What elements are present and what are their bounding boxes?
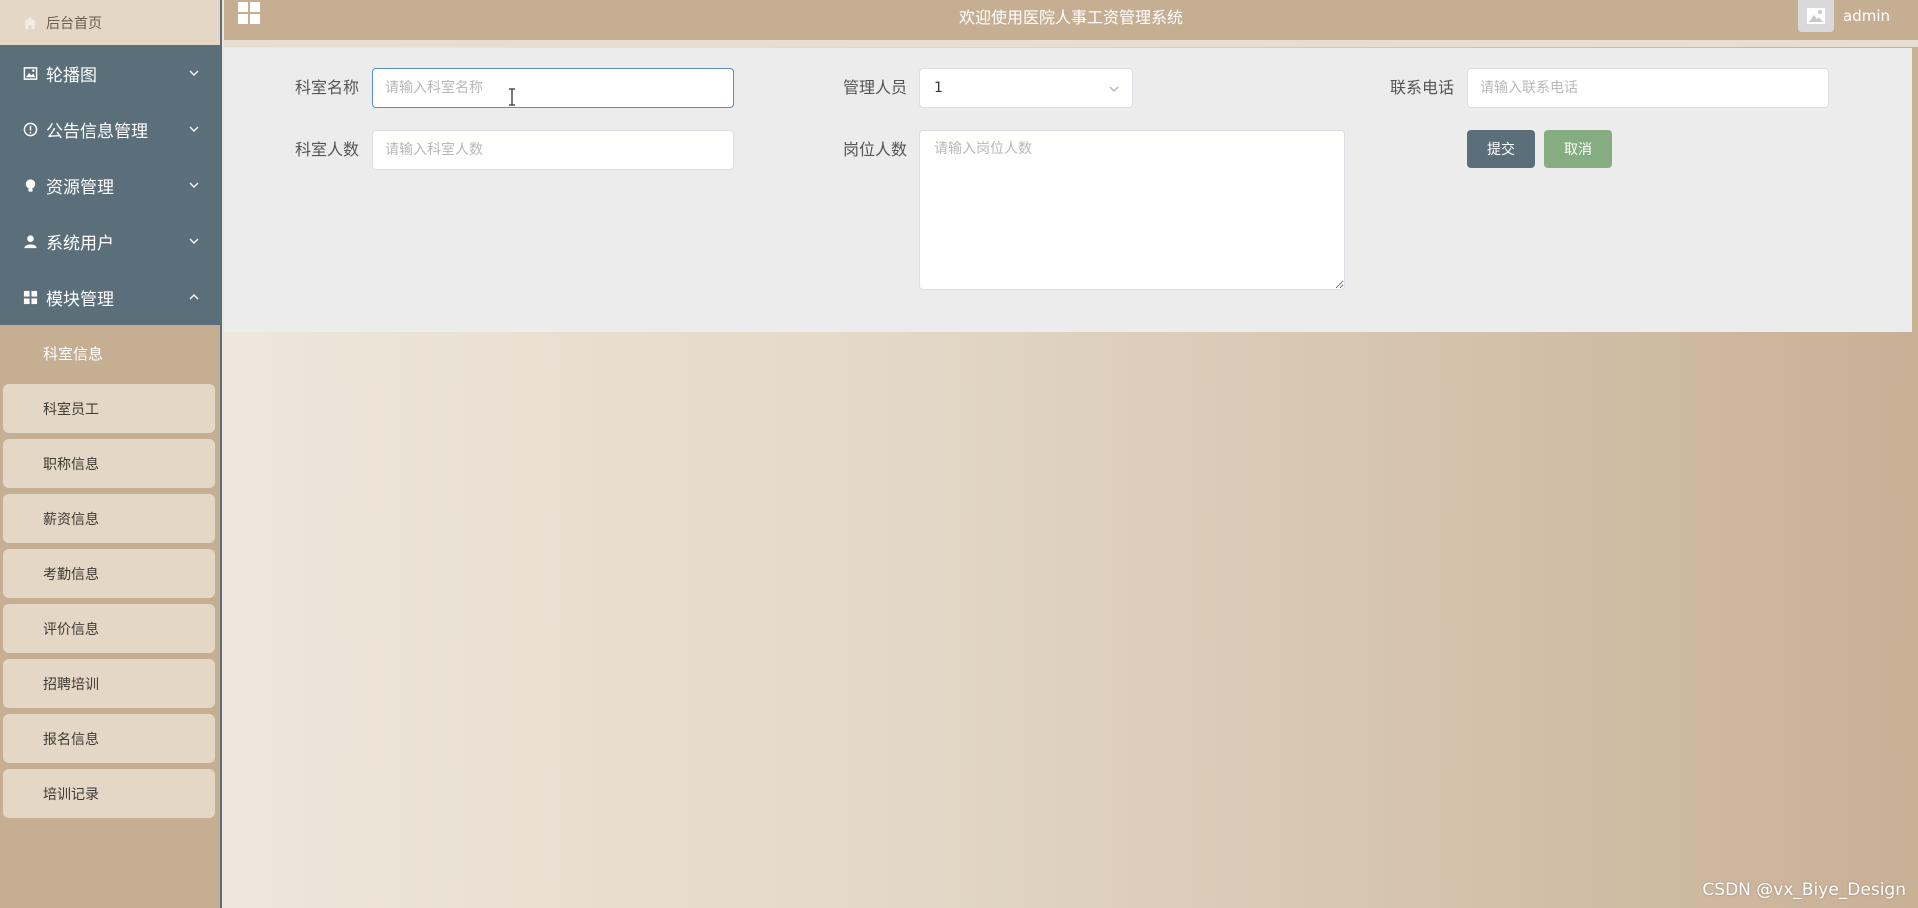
sidebar-subitem-label: 培训记录 (43, 786, 99, 803)
sidebar-item-home[interactable]: 后台首页 (0, 0, 220, 45)
sidebar-subitem-label: 考勤信息 (43, 566, 99, 583)
manager-label: 管理人员 (843, 78, 908, 97)
chevron-down-icon (189, 238, 199, 244)
sidebar: 后台首页 轮播图 公告信息管理 资源管理 系统用户 模块管理 科室信息 科室员工… (0, 0, 222, 908)
user-menu[interactable]: admin (1798, 0, 1890, 32)
sidebar-item-resources[interactable]: 资源管理 (0, 157, 220, 213)
watermark: CSDN @vx_Biye_Design (1702, 880, 1906, 900)
user-icon (22, 233, 38, 249)
sidebar-subitem-label: 科室信息 (43, 345, 104, 363)
sidebar-subitem-dept-staff[interactable]: 科室员工 (3, 384, 215, 433)
sidebar-item-carousel-label: 轮播图 (46, 65, 97, 86)
dept-count-label: 科室人数 (295, 140, 360, 159)
sidebar-subitem-attendance[interactable]: 考勤信息 (3, 549, 215, 598)
chevron-up-icon (189, 294, 199, 300)
dept-name-input[interactable] (372, 68, 734, 108)
manager-select[interactable]: 1 (919, 68, 1133, 108)
submit-button[interactable]: 提交 (1467, 130, 1535, 168)
sidebar-subitem-label: 职称信息 (43, 456, 99, 473)
sidebar-menu: 轮播图 公告信息管理 资源管理 系统用户 模块管理 (0, 45, 220, 325)
sidebar-item-announcements-label: 公告信息管理 (46, 121, 148, 142)
text-cursor-icon (509, 88, 515, 106)
sidebar-item-modules[interactable]: 模块管理 (0, 269, 220, 325)
phone-label: 联系电话 (1390, 78, 1455, 97)
sidebar-subitem-label: 薪资信息 (43, 511, 99, 528)
sidebar-item-home-label: 后台首页 (46, 15, 102, 32)
chevron-down-icon (189, 182, 199, 188)
username: admin (1843, 7, 1890, 25)
sidebar-subitem-label: 报名信息 (43, 731, 99, 748)
chevron-down-icon (1109, 86, 1119, 92)
dept-name-label: 科室名称 (295, 78, 360, 97)
sidebar-submenu-modules: 科室信息 科室员工 职称信息 薪资信息 考勤信息 评价信息 招聘培训 报名信息 … (0, 325, 220, 827)
manager-select-value: 1 (934, 80, 943, 96)
avatar (1798, 0, 1834, 32)
home-icon (22, 15, 38, 31)
lightbulb-icon (22, 177, 38, 193)
form-panel: 科室名称 管理人员 1 联系电话 科室人数 岗位人数 提交 取消 (224, 48, 1912, 332)
cancel-button[interactable]: 取消 (1544, 130, 1612, 168)
grid-icon (22, 289, 38, 305)
chevron-down-icon (189, 70, 199, 76)
sidebar-subitem-titles[interactable]: 职称信息 (3, 439, 215, 488)
sidebar-item-modules-label: 模块管理 (46, 289, 114, 310)
sidebar-subitem-label: 招聘培训 (43, 676, 99, 693)
sidebar-item-carousel[interactable]: 轮播图 (0, 45, 220, 101)
sidebar-subitem-evaluation[interactable]: 评价信息 (3, 604, 215, 653)
post-count-textarea[interactable] (919, 130, 1345, 290)
image-icon (22, 65, 38, 81)
info-circle-icon (22, 121, 38, 137)
sidebar-subitem-dept-info[interactable]: 科室信息 (3, 329, 215, 378)
sidebar-subitem-training-records[interactable]: 培训记录 (3, 769, 215, 818)
sidebar-subitem-label: 评价信息 (43, 621, 99, 638)
sidebar-item-resources-label: 资源管理 (46, 177, 114, 198)
sidebar-item-users[interactable]: 系统用户 (0, 213, 220, 269)
page-title: 欢迎使用医院人事工资管理系统 (958, 8, 1183, 27)
top-bar: 欢迎使用医院人事工资管理系统 admin (224, 0, 1918, 47)
sidebar-item-announcements[interactable]: 公告信息管理 (0, 101, 220, 157)
sidebar-subitem-recruitment[interactable]: 招聘培训 (3, 659, 215, 708)
image-icon (1807, 8, 1825, 24)
sidebar-subitem-registration[interactable]: 报名信息 (3, 714, 215, 763)
post-count-label: 岗位人数 (843, 140, 908, 159)
phone-input[interactable] (1467, 68, 1829, 108)
chevron-down-icon (189, 126, 199, 132)
dept-count-input[interactable] (372, 130, 734, 170)
sidebar-subitem-salary[interactable]: 薪资信息 (3, 494, 215, 543)
sidebar-item-users-label: 系统用户 (46, 233, 114, 254)
sidebar-subitem-label: 科室员工 (43, 401, 99, 418)
